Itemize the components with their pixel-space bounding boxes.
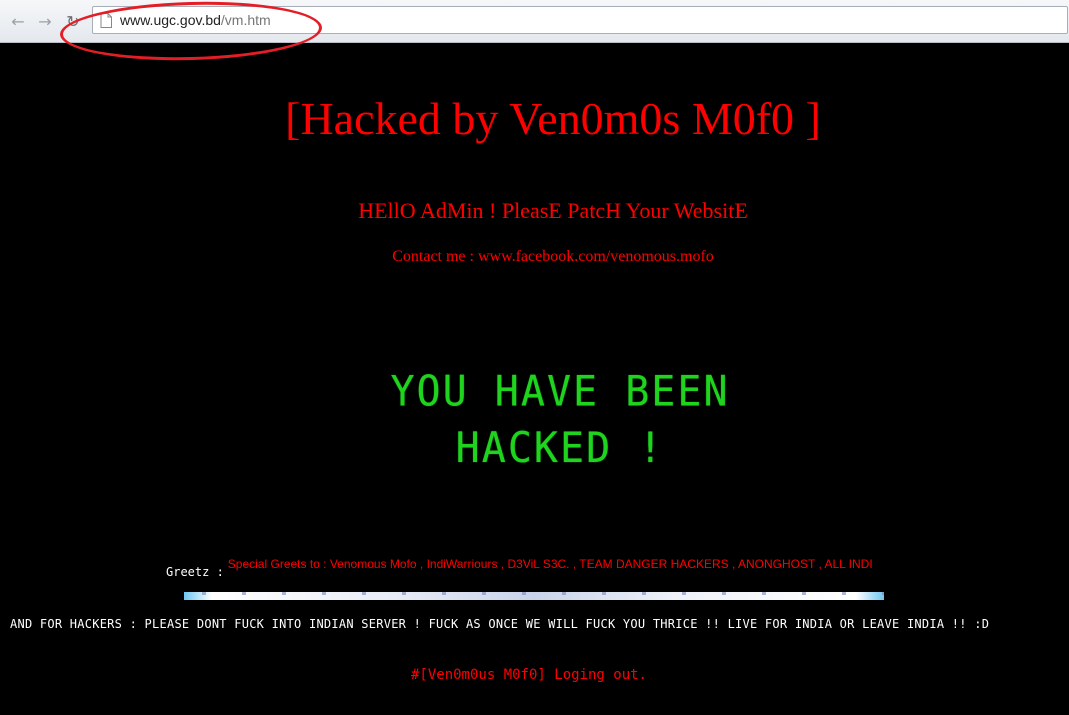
greetz-label: Greetz : [166,565,224,579]
page-title: [Hacked by Ven0m0s M0f0 ] [285,93,821,144]
contact-line: Contact me : www.facebook.com/venomous.m… [392,248,714,265]
greetz-row: Greetz : Special Greets to : Venomous Mo… [166,555,873,579]
back-arrow-icon[interactable]: ← [8,12,28,32]
page-subtitle: HEllO AdMin ! PleasE PatcH Your WebsitE [358,198,748,223]
forward-arrow-icon[interactable]: → [35,12,55,32]
hacked-message-line1: YOU HAVE BEEN [390,367,730,416]
banner-pattern [184,592,884,595]
hacked-message-line2: HACKED ! [455,424,665,473]
banner-image [184,592,884,600]
hacked-message: YOU HAVE BEEN HACKED ! [0,363,1069,476]
greets-marquee: Special Greets to : Venomous Mofo , Indi… [227,557,873,571]
warning-text: AND FOR HACKERS : PLEASE DONT FUCK INTO … [10,617,990,631]
logout-text: #[Ven0m0us M0f0] Loging out. [410,667,647,683]
